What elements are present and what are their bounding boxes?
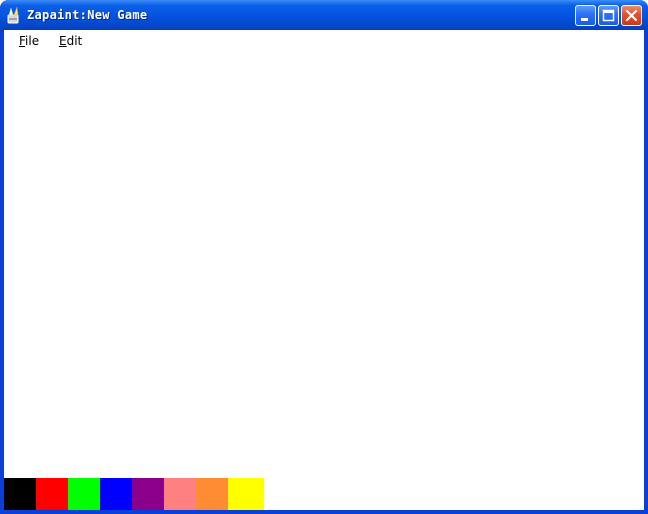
menu-file[interactable]: File	[19, 34, 39, 48]
swatch-purple[interactable]	[132, 478, 164, 510]
minimize-button[interactable]	[575, 5, 596, 26]
client-area: File Edit	[4, 30, 644, 510]
menu-bar: File Edit	[4, 30, 644, 51]
maximize-icon	[602, 9, 615, 22]
maximize-button[interactable]	[598, 5, 619, 26]
paint-canvas[interactable]	[4, 51, 644, 478]
minimize-icon	[581, 18, 588, 21]
swatch-red[interactable]	[36, 478, 68, 510]
close-button[interactable]	[621, 5, 642, 26]
swatch-black[interactable]	[4, 478, 36, 510]
menu-edit-label: dit	[66, 34, 83, 48]
app-window: Zapaint:New Game File Edit	[0, 0, 648, 514]
swatch-yellow[interactable]	[228, 478, 264, 510]
menu-file-label: ile	[25, 34, 40, 48]
swatch-blue[interactable]	[100, 478, 132, 510]
title-bar[interactable]: Zapaint:New Game	[0, 0, 648, 30]
swatch-pink[interactable]	[164, 478, 196, 510]
swatch-orange[interactable]	[196, 478, 228, 510]
menu-edit-mnemonic: E	[59, 34, 67, 48]
paintbrush-icon	[7, 6, 19, 24]
swatch-green[interactable]	[68, 478, 100, 510]
color-palette	[4, 478, 264, 510]
menu-edit[interactable]: Edit	[59, 34, 82, 48]
close-icon	[625, 9, 638, 22]
window-title: Zapaint:New Game	[27, 8, 148, 22]
